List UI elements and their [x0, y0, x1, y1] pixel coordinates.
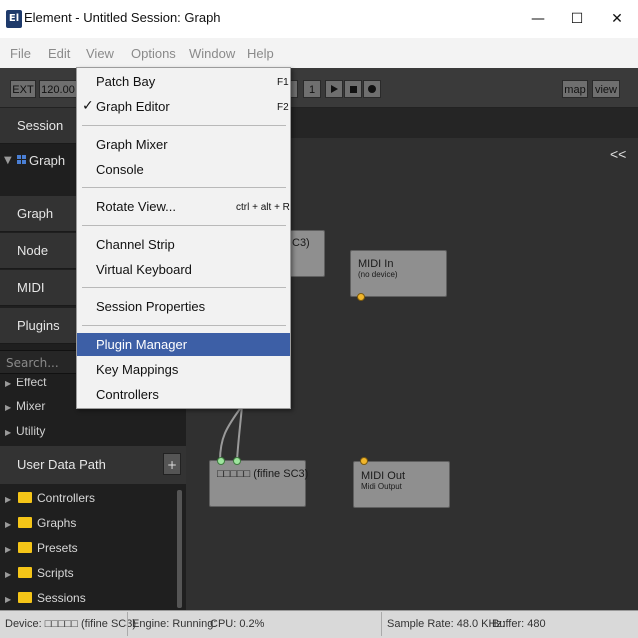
menu-item-label: Plugin Manager: [96, 337, 188, 352]
folder-icon: [18, 492, 32, 503]
category-mixer[interactable]: Mixer: [16, 399, 45, 413]
bar-field[interactable]: 1: [303, 80, 321, 98]
user-data-path-header: User Data Path: [0, 446, 186, 484]
menu-item-shortcut: F1: [277, 77, 289, 88]
menu-item-label: Rotate View...: [96, 199, 176, 214]
midi-in-port[interactable]: [360, 457, 368, 465]
folder-controllers[interactable]: Controllers: [37, 491, 95, 505]
menu-item-label: Console: [96, 162, 144, 177]
checkmark-icon: ✓: [82, 98, 94, 114]
menu-separator: [82, 325, 286, 326]
menu-edit[interactable]: Edit: [48, 46, 70, 61]
play-icon: [330, 85, 338, 93]
menu-item-label: Graph Editor: [96, 99, 170, 114]
status-buffer: Buffer: 480: [492, 618, 546, 630]
menu-item-shortcut: F2: [277, 102, 289, 113]
menu-item-shortcut: ctrl + alt + R: [236, 202, 290, 213]
menu-view[interactable]: View: [86, 46, 114, 61]
menu-window[interactable]: Window: [189, 46, 235, 61]
folder-sessions[interactable]: Sessions: [37, 591, 86, 605]
map-button[interactable]: map: [562, 80, 588, 98]
menu-item-label: Controllers: [96, 387, 159, 402]
stop-icon: [349, 86, 357, 93]
record-button[interactable]: [363, 80, 381, 98]
folder-icon: [18, 517, 32, 528]
expand-arrow-icon[interactable]: ▶: [5, 495, 11, 504]
close-button[interactable]: ✕: [595, 0, 638, 38]
node-title: MIDI Out: [361, 470, 406, 482]
menu-separator: [82, 125, 286, 126]
node-title: □□□□□ (fifine SC3): [217, 468, 309, 480]
add-path-button[interactable]: +: [163, 453, 181, 475]
expand-arrow-icon[interactable]: ▶: [5, 520, 11, 529]
record-icon: [368, 85, 376, 93]
menu-options[interactable]: Options: [131, 46, 176, 61]
ext-sync-button[interactable]: EXT: [10, 80, 36, 98]
expand-arrow-icon[interactable]: ▶: [5, 428, 11, 437]
folder-icon: [18, 542, 32, 553]
folder-presets[interactable]: Presets: [37, 541, 78, 555]
app-logo-icon: El: [6, 10, 22, 28]
node-title: MIDI In: [358, 258, 394, 270]
folder-scripts[interactable]: Scripts: [37, 566, 74, 580]
expand-arrow-icon[interactable]: ▶: [5, 403, 11, 412]
audio-in-port-right[interactable]: [233, 457, 241, 465]
status-device: Device: □□□□□ (fifine SC3): [5, 618, 137, 630]
node-subtitle: (no device): [358, 270, 398, 279]
play-button[interactable]: [325, 80, 343, 98]
node-subtitle: Midi Output: [361, 482, 402, 491]
bar-field-left[interactable]: [290, 80, 298, 98]
node-title: C3): [292, 237, 310, 249]
minimize-button[interactable]: —: [516, 0, 560, 38]
status-cpu: CPU: 0.2%: [210, 618, 265, 630]
maximize-button[interactable]: ☐: [555, 0, 599, 38]
expand-arrow-icon[interactable]: ▶: [5, 379, 11, 388]
folder-icon: [18, 592, 32, 603]
folder-icon: [18, 567, 32, 578]
expand-arrow-icon[interactable]: ▶: [5, 570, 11, 579]
menu-separator: [82, 225, 286, 226]
midi-out-port[interactable]: [357, 293, 365, 301]
audio-wire: [236, 405, 243, 462]
menu-separator: [82, 187, 286, 188]
window-title: Element - Untitled Session: Graph: [24, 10, 221, 25]
tempo-field[interactable]: 120.00: [39, 80, 77, 98]
tree-expand-icon[interactable]: ▼: [4, 155, 12, 166]
menu-item-label: Channel Strip: [96, 237, 175, 252]
audio-in-port-left[interactable]: [217, 457, 225, 465]
status-engine: Engine: Running:: [132, 618, 217, 630]
menu-separator: [82, 287, 286, 288]
category-utility[interactable]: Utility: [16, 424, 45, 438]
menu-item-label: Patch Bay: [96, 74, 156, 89]
view-button[interactable]: view: [592, 80, 620, 98]
tree-item-graph[interactable]: Graph: [29, 153, 65, 168]
menu-item-label: Key Mappings: [96, 362, 179, 377]
expand-arrow-icon[interactable]: ▶: [5, 545, 11, 554]
status-divider: [381, 612, 382, 636]
status-sample-rate: Sample Rate: 48.0 KHz:: [387, 618, 506, 630]
menu-item-label: Virtual Keyboard: [96, 262, 192, 277]
folder-graphs[interactable]: Graphs: [37, 516, 76, 530]
expand-arrow-icon[interactable]: ▶: [5, 595, 11, 604]
menu-help[interactable]: Help: [247, 46, 274, 61]
status-divider: [127, 612, 128, 636]
sidebar-scrollbar[interactable]: [177, 490, 182, 608]
stop-button[interactable]: [344, 80, 362, 98]
menu-item-label: Session Properties: [96, 299, 206, 314]
menu-file[interactable]: File: [10, 46, 31, 61]
graph-grid-icon: [17, 155, 26, 164]
menu-item-label: Graph Mixer: [96, 137, 168, 152]
